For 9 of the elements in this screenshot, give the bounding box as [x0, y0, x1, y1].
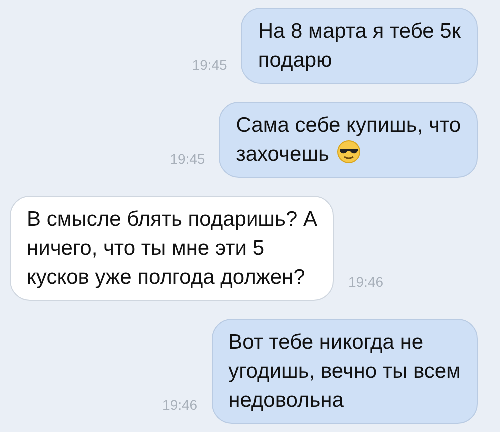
message-time: 19:46 [162, 396, 198, 415]
message-time: 19:45 [170, 150, 206, 169]
message-text: Сама себе купишь, что захочешь [236, 113, 461, 168]
message-time: 19:45 [192, 56, 228, 75]
message-text: В смысле блять подаришь? А ничего, что ты мне эти 5 кусков уже полгода должен? [27, 207, 318, 291]
message-text: На 8 марта я тебе 5к подарю [258, 19, 461, 74]
message-time: 19:46 [348, 273, 384, 292]
sunglasses-face-icon [337, 140, 362, 164]
message-text: Вот тебе никогда не угодишь, вечно ты всем недовольна [228, 330, 461, 414]
